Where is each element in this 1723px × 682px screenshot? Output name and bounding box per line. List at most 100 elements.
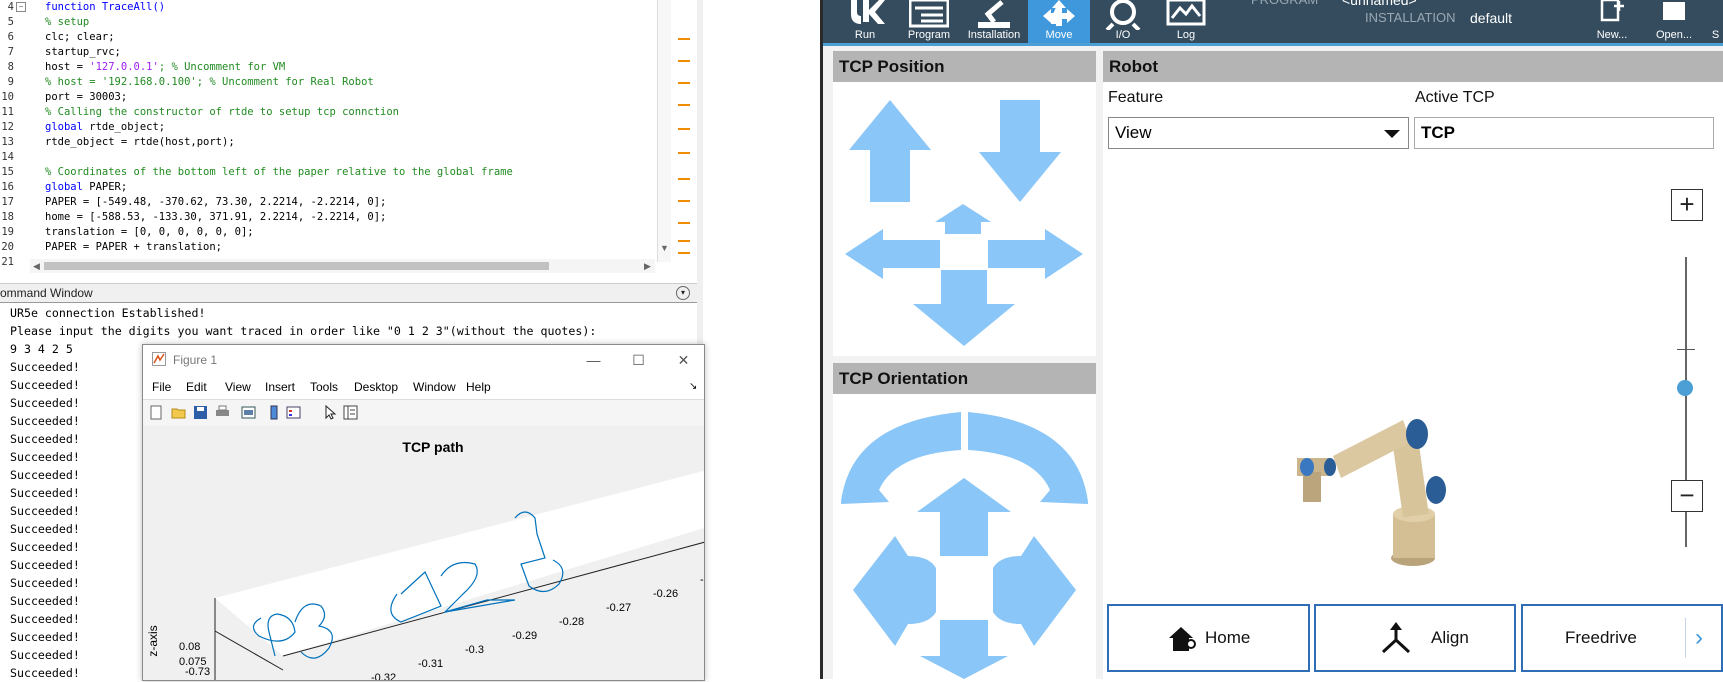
home-robot-icon xyxy=(1169,627,1196,651)
home-button[interactable]: Home xyxy=(1107,604,1310,672)
move-up-arrow-icon[interactable] xyxy=(849,100,931,202)
command-output-line: Succeeded! xyxy=(10,630,80,644)
tcp-orientation-panel: TCP Orientation xyxy=(833,363,1096,679)
move-right-arrow-icon[interactable] xyxy=(988,229,1083,279)
minimize-button[interactable]: — xyxy=(571,345,616,375)
warning-marker[interactable] xyxy=(678,104,690,106)
command-output-line: UR5e connection Established! xyxy=(10,306,206,320)
code-text: % setup xyxy=(45,16,90,28)
zoom-out-button[interactable]: − xyxy=(1671,480,1703,512)
tcp-orientation-arrows xyxy=(841,412,1088,679)
feature-select[interactable]: View xyxy=(1108,117,1409,149)
zoom-slider-thumb[interactable] xyxy=(1677,379,1693,396)
scroll-left-icon[interactable]: ◀ xyxy=(33,261,40,272)
code-text: host = '127.0.0.1'; % Uncomment for VM xyxy=(45,60,285,75)
panel-menu-icon[interactable]: ▾ xyxy=(676,286,690,300)
maximize-button[interactable]: ☐ xyxy=(616,345,661,375)
line-number: 11 xyxy=(1,106,14,118)
code-text: home = [-588.53, -133.30, 371.91, 2.2214… xyxy=(45,211,387,223)
editor-horizontal-scrollbar[interactable]: ◀ ▶ xyxy=(30,259,655,273)
tilt-right-arrow-icon[interactable] xyxy=(993,536,1076,646)
tilt-up-arrow-icon[interactable] xyxy=(917,478,1011,556)
nav-move[interactable]: Move xyxy=(1028,0,1090,43)
nav-io[interactable]: I/O xyxy=(1093,0,1153,43)
new-figure-icon[interactable] xyxy=(149,405,164,420)
move-backward-arrow-icon[interactable] xyxy=(913,270,1015,346)
line-number: 4 xyxy=(7,1,14,13)
inline-comment: ; % Uncomment for VM xyxy=(158,61,286,73)
align-button[interactable]: Align xyxy=(1314,604,1516,672)
figure-window[interactable]: Figure 1 — ☐ ✕ File Edit View Insert Too… xyxy=(142,344,705,681)
open-file-icon[interactable] xyxy=(171,405,186,420)
warning-marker[interactable] xyxy=(678,128,690,130)
warning-marker[interactable] xyxy=(678,60,690,62)
save-icon[interactable] xyxy=(193,405,208,420)
code-text: PAPER = [-549.48, -370.62, 73.30, 2.2214… xyxy=(45,196,387,208)
nav-program[interactable]: Program xyxy=(898,0,960,43)
menu-desktop[interactable]: Desktop xyxy=(354,375,398,399)
menu-insert[interactable]: Insert xyxy=(265,375,295,399)
code-text: % host = '192.168.0.100'; % Uncomment fo… xyxy=(45,76,374,88)
property-editor-icon[interactable] xyxy=(343,405,358,420)
warning-marker[interactable] xyxy=(678,82,690,84)
save-program-button[interactable]: S xyxy=(1708,0,1723,43)
warning-marker[interactable] xyxy=(678,152,690,154)
move-forward-arrow-icon[interactable] xyxy=(935,204,991,234)
y-tick-label: -0.73 xyxy=(185,666,210,678)
nav-log[interactable]: Log xyxy=(1156,0,1216,43)
menu-help[interactable]: Help xyxy=(466,375,491,399)
warning-marker[interactable] xyxy=(678,222,690,224)
command-window-title: ommand Window xyxy=(0,286,93,300)
warning-marker[interactable] xyxy=(678,252,690,254)
editor-marker-bar xyxy=(657,0,694,262)
warning-marker[interactable] xyxy=(678,240,690,242)
menu-file[interactable]: File xyxy=(152,375,171,399)
new-program-button[interactable]: New... xyxy=(1586,0,1638,43)
rotate-cw-arrow-icon[interactable] xyxy=(968,412,1088,504)
print-icon[interactable] xyxy=(215,405,230,420)
warning-marker[interactable] xyxy=(678,200,690,202)
menu-view[interactable]: View xyxy=(225,375,251,399)
rotate-ccw-arrow-icon[interactable] xyxy=(841,412,961,504)
warning-marker[interactable] xyxy=(678,178,690,180)
code-text: PAPER = PAPER + translation; xyxy=(45,241,223,253)
scroll-right-icon[interactable]: ▶ xyxy=(644,261,651,272)
active-tcp-field[interactable]: TCP xyxy=(1414,117,1714,149)
tilt-left-arrow-icon[interactable] xyxy=(853,536,936,646)
zoom-in-button[interactable]: + xyxy=(1671,189,1703,221)
menu-window[interactable]: Window xyxy=(413,375,456,399)
code-editor[interactable]: − 4 function TraceAll() 5 % setup 6 clc; clea… xyxy=(0,0,697,276)
tilt-down-arrow-icon[interactable] xyxy=(920,620,1008,679)
line-number: 17 xyxy=(1,196,14,208)
menu-tools[interactable]: Tools xyxy=(310,375,338,399)
nav-program-label: Program xyxy=(907,29,951,41)
legend-icon[interactable] xyxy=(286,405,301,420)
figure-canvas[interactable]: TCP path -0.32 -0.31 -0.3 -0.29 -0.28 -0.27 -0… xyxy=(143,426,704,680)
installation-name: default xyxy=(1470,10,1513,26)
scrollbar-thumb[interactable] xyxy=(44,262,549,270)
menu-edit[interactable]: Edit xyxy=(186,375,207,399)
nav-run[interactable]: Run xyxy=(835,0,895,43)
move-down-arrow-icon[interactable] xyxy=(979,100,1061,202)
pointer-icon[interactable] xyxy=(323,405,338,420)
freedrive-button[interactable]: Freedrive › xyxy=(1521,604,1723,672)
tcp-path-plot[interactable]: TCP path -0.32-0.31-0.3-0.29-0.28-0.27-0… xyxy=(143,426,704,680)
close-button[interactable]: ✕ xyxy=(661,345,704,375)
line-number: 12 xyxy=(1,121,14,133)
figure-titlebar[interactable]: Figure 1 — ☐ ✕ xyxy=(143,345,704,375)
line-number: 5 xyxy=(7,16,14,28)
command-output-line: Succeeded! xyxy=(10,522,80,536)
command-output-line: Succeeded! xyxy=(10,612,80,626)
move-left-arrow-icon[interactable] xyxy=(845,229,940,279)
dock-arrow-icon[interactable]: ↘ xyxy=(689,375,697,399)
colorbar-icon[interactable] xyxy=(267,405,282,420)
command-output-line: Succeeded! xyxy=(10,450,80,464)
open-program-button[interactable]: Open... xyxy=(1645,0,1703,43)
line-number: 7 xyxy=(7,46,14,58)
chevron-right-icon[interactable]: › xyxy=(1695,606,1703,670)
fold-toggle[interactable]: − xyxy=(16,2,26,12)
link-plot-icon[interactable] xyxy=(241,405,256,420)
warning-marker[interactable] xyxy=(678,38,690,40)
nav-installation[interactable]: Installation xyxy=(962,0,1026,43)
command-output-line: Succeeded! xyxy=(10,666,80,680)
